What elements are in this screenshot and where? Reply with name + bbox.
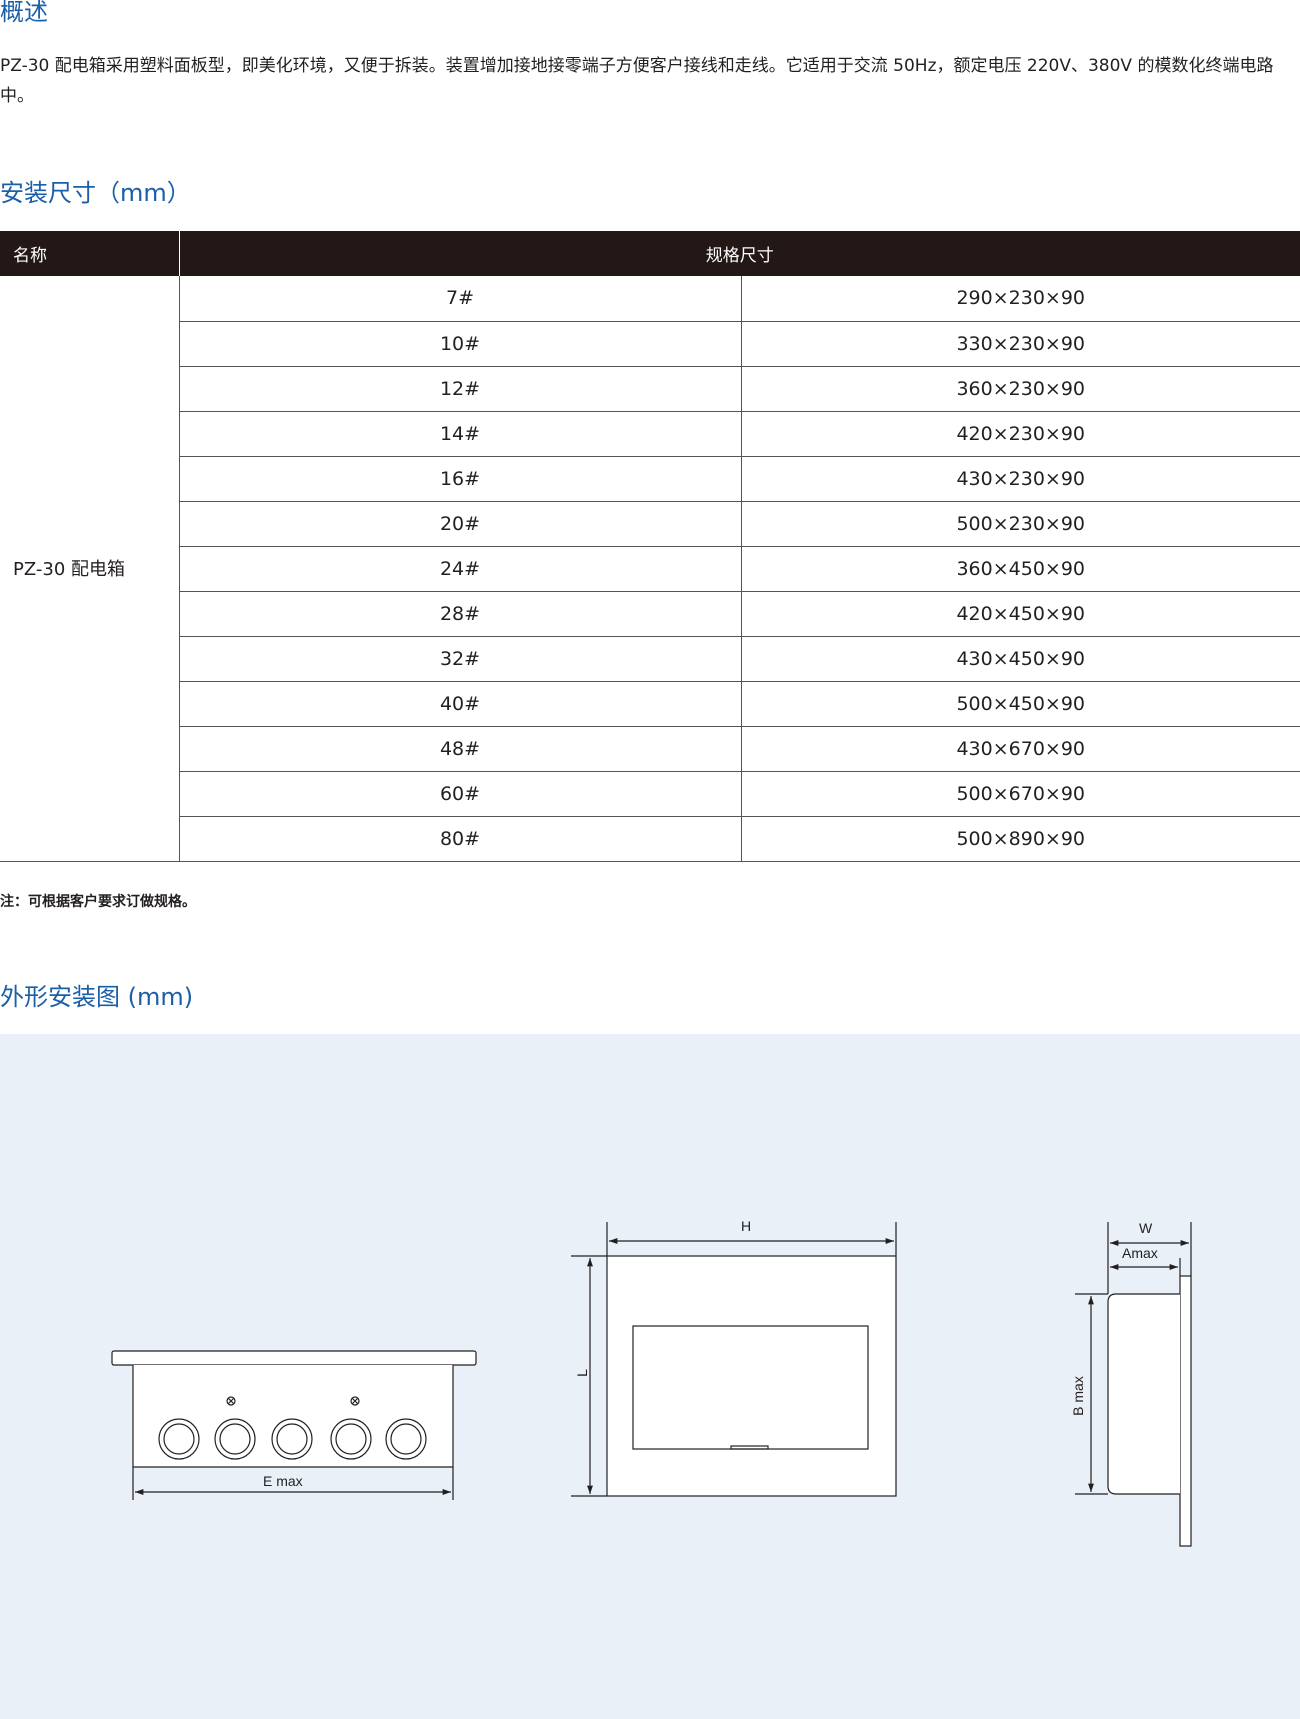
model-cell: 40#: [178, 681, 741, 727]
model-cell: 48#: [178, 726, 741, 772]
table-note: 注：可根据客户要求订做规格。: [0, 894, 196, 910]
size-cell: 500×890×90: [740, 816, 1300, 862]
table-row: 24# 360×450×90: [0, 546, 1300, 592]
size-cell: 500×450×90: [740, 681, 1300, 727]
table-header-row: 名称 规格尺寸: [0, 231, 1300, 276]
table-row: 14# 420×230×90: [0, 411, 1300, 457]
model-cell: 7#: [178, 276, 741, 322]
model-cell: 14#: [178, 411, 741, 457]
label-b-max: B max: [1070, 1376, 1086, 1416]
size-cell: 430×670×90: [740, 726, 1300, 772]
label-e-max: E max: [263, 1473, 303, 1489]
size-cell: 430×230×90: [740, 456, 1300, 502]
spec-table: 名称 规格尺寸 PZ-30 配电箱 7# 290×230×90 10# 330×230×…: [0, 231, 1300, 862]
side-view: [1075, 1222, 1192, 1547]
table-body: PZ-30 配电箱 7# 290×230×90 10# 330×230×90 12# 360…: [0, 276, 1300, 862]
table-row: 60# 500×670×90: [0, 771, 1300, 817]
size-cell: 500×230×90: [740, 501, 1300, 547]
label-h: H: [741, 1218, 752, 1234]
size-cell: 360×450×90: [740, 546, 1300, 592]
size-cell: 330×230×90: [740, 321, 1300, 367]
table-row: 32# 430×450×90: [0, 636, 1300, 682]
table-row: 16# 430×230×90: [0, 456, 1300, 502]
label-amax: Amax: [1122, 1245, 1158, 1261]
model-cell: 28#: [178, 591, 741, 637]
drawing-heading: 外形安装图 (mm): [0, 983, 194, 1011]
table-row: 80# 500×890×90: [0, 816, 1300, 862]
table-row: PZ-30 配电箱 7# 290×230×90: [0, 276, 1300, 862]
table-row: 40# 500×450×90: [0, 681, 1300, 727]
model-cell: 16#: [178, 456, 741, 502]
header-spec: 规格尺寸: [178, 231, 1300, 276]
header-name: 名称: [0, 231, 179, 276]
model-cell: 32#: [178, 636, 741, 682]
model-cell: 20#: [178, 501, 741, 547]
size-cell: 290×230×90: [740, 276, 1300, 322]
table-row: 20# 500×230×90: [0, 501, 1300, 547]
label-w: W: [1139, 1220, 1153, 1236]
size-cell: 420×230×90: [740, 411, 1300, 457]
table-row: 28# 420×450×90: [0, 591, 1300, 637]
size-cell: 360×230×90: [740, 366, 1300, 412]
table-row: 12# 360×230×90: [0, 366, 1300, 412]
table-row: 48# 430×670×90: [0, 726, 1300, 772]
drawing-panel: E max H L W Amax B max: [0, 1034, 1300, 1719]
product-name-cell: PZ-30 配电箱: [0, 276, 179, 862]
size-cell: 500×670×90: [740, 771, 1300, 817]
dimensions-heading: 安装尺寸（mm）: [0, 179, 191, 207]
table-row: 10# 330×230×90: [0, 321, 1300, 367]
model-cell: 12#: [178, 366, 741, 412]
overview-text: PZ-30 配电箱采用塑料面板型，即美化环境，又便于拆装。装置增加接地接零端子方…: [0, 56, 1274, 106]
size-cell: 430×450×90: [740, 636, 1300, 682]
overview-heading: 概述: [0, 0, 48, 26]
front-view: [571, 1222, 897, 1497]
model-cell: 10#: [178, 321, 741, 367]
installation-drawing: [111, 1222, 1192, 1547]
size-cell: 420×450×90: [740, 591, 1300, 637]
model-cell: 24#: [178, 546, 741, 592]
model-cell: 80#: [178, 816, 741, 862]
label-l: L: [574, 1369, 590, 1377]
model-cell: 60#: [178, 771, 741, 817]
